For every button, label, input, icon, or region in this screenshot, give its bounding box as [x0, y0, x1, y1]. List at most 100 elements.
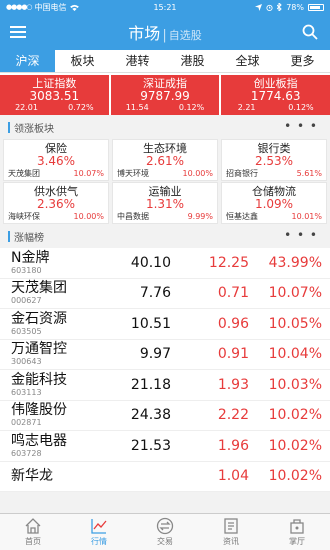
index-change: 11.54: [125, 103, 149, 112]
stock-price: 24.38: [130, 407, 171, 424]
stock-price: 10.51: [130, 315, 171, 332]
lead-stock-pct: 9.99%: [187, 212, 213, 221]
sector-pct: 2.36%: [36, 197, 76, 211]
stock-price: 40.10: [130, 254, 171, 271]
tab-more[interactable]: 更多: [275, 50, 330, 72]
nav-label: 行情: [91, 537, 107, 546]
stock-code: 300643: [11, 357, 42, 367]
nav-label: 首页: [25, 537, 41, 546]
lead-stock-pct: 5.61%: [296, 169, 322, 178]
index-value: 9787.99: [140, 89, 190, 103]
sector-card[interactable]: 仓储物流 1.09% 恒基达鑫 10.01%: [221, 182, 327, 224]
nav-trade[interactable]: 交易: [132, 514, 198, 550]
section-marker: [8, 230, 10, 242]
stock-change: 0.91: [217, 346, 249, 363]
nav-label: 掌厅: [289, 537, 305, 546]
stock-change: 1.96: [217, 437, 249, 454]
stock-row[interactable]: 鸣志电器 603728 21.53 1.96 10.02%: [0, 431, 330, 462]
sector-card[interactable]: 银行类 2.53% 招商银行 5.61%: [221, 139, 327, 181]
stock-name: 天茂集团: [11, 280, 67, 297]
tab-sectors[interactable]: 板块: [55, 50, 110, 72]
stock-pct: 10.02%: [268, 437, 322, 454]
stock-row[interactable]: 新华龙 1.04 10.02%: [0, 462, 330, 492]
gainers-title: 涨幅榜: [14, 232, 44, 244]
sector-pct: 1.31%: [145, 197, 185, 211]
search-icon[interactable]: [302, 24, 318, 40]
more-dots-icon[interactable]: • • •: [284, 228, 318, 242]
stock-price: 21.53: [130, 437, 171, 454]
tab-hushen[interactable]: 沪深: [0, 50, 55, 72]
nav-hall[interactable]: 掌厅: [264, 514, 330, 550]
chart-icon: [91, 519, 107, 534]
index-value: 3083.51: [29, 89, 80, 103]
hall-icon: [290, 519, 304, 534]
sectors-header[interactable]: 领涨板块 • • •: [0, 115, 330, 139]
stock-pct: 10.05%: [268, 315, 322, 332]
index-pct: 0.12%: [178, 103, 205, 112]
tab-hk-stocks[interactable]: 港股: [165, 50, 220, 72]
stock-change: 2.22: [217, 407, 249, 424]
nav-news[interactable]: 资讯: [198, 514, 264, 550]
sector-pct: 3.46%: [36, 154, 76, 168]
sector-card[interactable]: 保险 3.46% 天茂集团 10.07%: [3, 139, 109, 181]
stock-row[interactable]: 伟隆股份 002871 24.38 2.22 10.02%: [0, 401, 330, 431]
stock-pct: 43.99%: [268, 254, 322, 271]
more-dots-icon[interactable]: • • •: [284, 119, 318, 133]
nav-label: 交易: [157, 537, 173, 546]
lead-stock-pct: 10.00%: [73, 212, 104, 221]
nav-title: 市场 | 自选股: [0, 20, 330, 44]
tab-hk-connect[interactable]: 港转: [110, 50, 165, 72]
lead-stock-pct: 10.01%: [291, 212, 322, 221]
stock-name: 金石资源: [11, 310, 67, 327]
stock-row[interactable]: N金牌 603180 40.10 12.25 43.99%: [0, 248, 330, 279]
stock-price: 21.18: [130, 376, 171, 393]
index-change: 22.01: [15, 103, 38, 112]
stock-code: 603505: [11, 326, 42, 336]
index-change: 2.21: [237, 103, 256, 112]
stock-code: 000627: [11, 296, 42, 306]
watchlist-link[interactable]: 自选股: [169, 29, 202, 42]
stock-name: 金能科技: [11, 371, 67, 388]
stock-code: 002871: [11, 418, 42, 428]
index-card[interactable]: 上证指数 3083.51 22.01 0.72%: [0, 75, 109, 115]
stock-row[interactable]: 万通智控 300643 9.97 0.91 10.04%: [0, 340, 330, 370]
sector-grid: 保险 3.46% 天茂集团 10.07% 生态环境 2.61% 博天环境 10.00…: [0, 139, 330, 224]
index-pct: 0.72%: [68, 103, 94, 112]
index-card[interactable]: 创业板指 1774.63 2.21 0.12%: [221, 75, 330, 115]
sector-pct: 2.61%: [145, 154, 185, 168]
stock-pct: 10.02%: [268, 407, 322, 424]
stock-code: 603113: [11, 387, 42, 397]
menu-icon[interactable]: [10, 26, 26, 38]
sector-card[interactable]: 运输业 1.31% 中昌数据 9.99%: [112, 182, 218, 224]
gainers-header[interactable]: 涨幅榜 • • •: [0, 224, 330, 248]
stock-pct: 10.07%: [268, 285, 322, 302]
tab-global[interactable]: 全球: [220, 50, 275, 72]
lead-stock: 天茂集团: [8, 169, 40, 178]
home-icon: [25, 518, 41, 534]
lead-stock-pct: 10.00%: [182, 169, 213, 178]
stock-change: 12.25: [208, 254, 249, 271]
stock-row[interactable]: 金石资源 603505 10.51 0.96 10.05%: [0, 309, 330, 340]
stock-change: 0.96: [217, 315, 249, 332]
stock-name: 新华龙: [11, 467, 53, 484]
stock-change: 1.93: [217, 376, 249, 393]
stock-pct: 10.03%: [268, 376, 322, 393]
sector-card[interactable]: 生态环境 2.61% 博天环境 10.00%: [112, 139, 218, 181]
market-title[interactable]: 市场: [128, 24, 160, 43]
stock-row[interactable]: 天茂集团 000627 7.76 0.71 10.07%: [0, 279, 330, 309]
sector-card[interactable]: 供水供气 2.36% 海峡环保 10.00%: [3, 182, 109, 224]
index-value: 1774.63: [250, 89, 301, 103]
lead-stock: 海峡环保: [8, 212, 40, 221]
nav-bar: 市场 | 自选股: [0, 14, 330, 50]
status-bar: ●●●●○ 中国电信 15:21 78%: [0, 0, 330, 14]
nav-market[interactable]: 行情: [66, 514, 132, 550]
stock-pct: 10.04%: [268, 346, 322, 363]
index-cards: 上证指数 3083.51 22.01 0.72% 深证成指 9787.99 11.…: [0, 73, 330, 115]
stock-row[interactable]: 金能科技 603113 21.18 1.93 10.03%: [0, 370, 330, 401]
lead-stock-pct: 10.07%: [73, 169, 104, 178]
nav-home[interactable]: 首页: [0, 514, 66, 550]
sector-pct: 1.09%: [254, 197, 294, 211]
index-card[interactable]: 深证成指 9787.99 11.54 0.12%: [110, 75, 220, 115]
stock-pct: 10.02%: [268, 468, 322, 485]
stock-change: 0.71: [217, 285, 249, 302]
